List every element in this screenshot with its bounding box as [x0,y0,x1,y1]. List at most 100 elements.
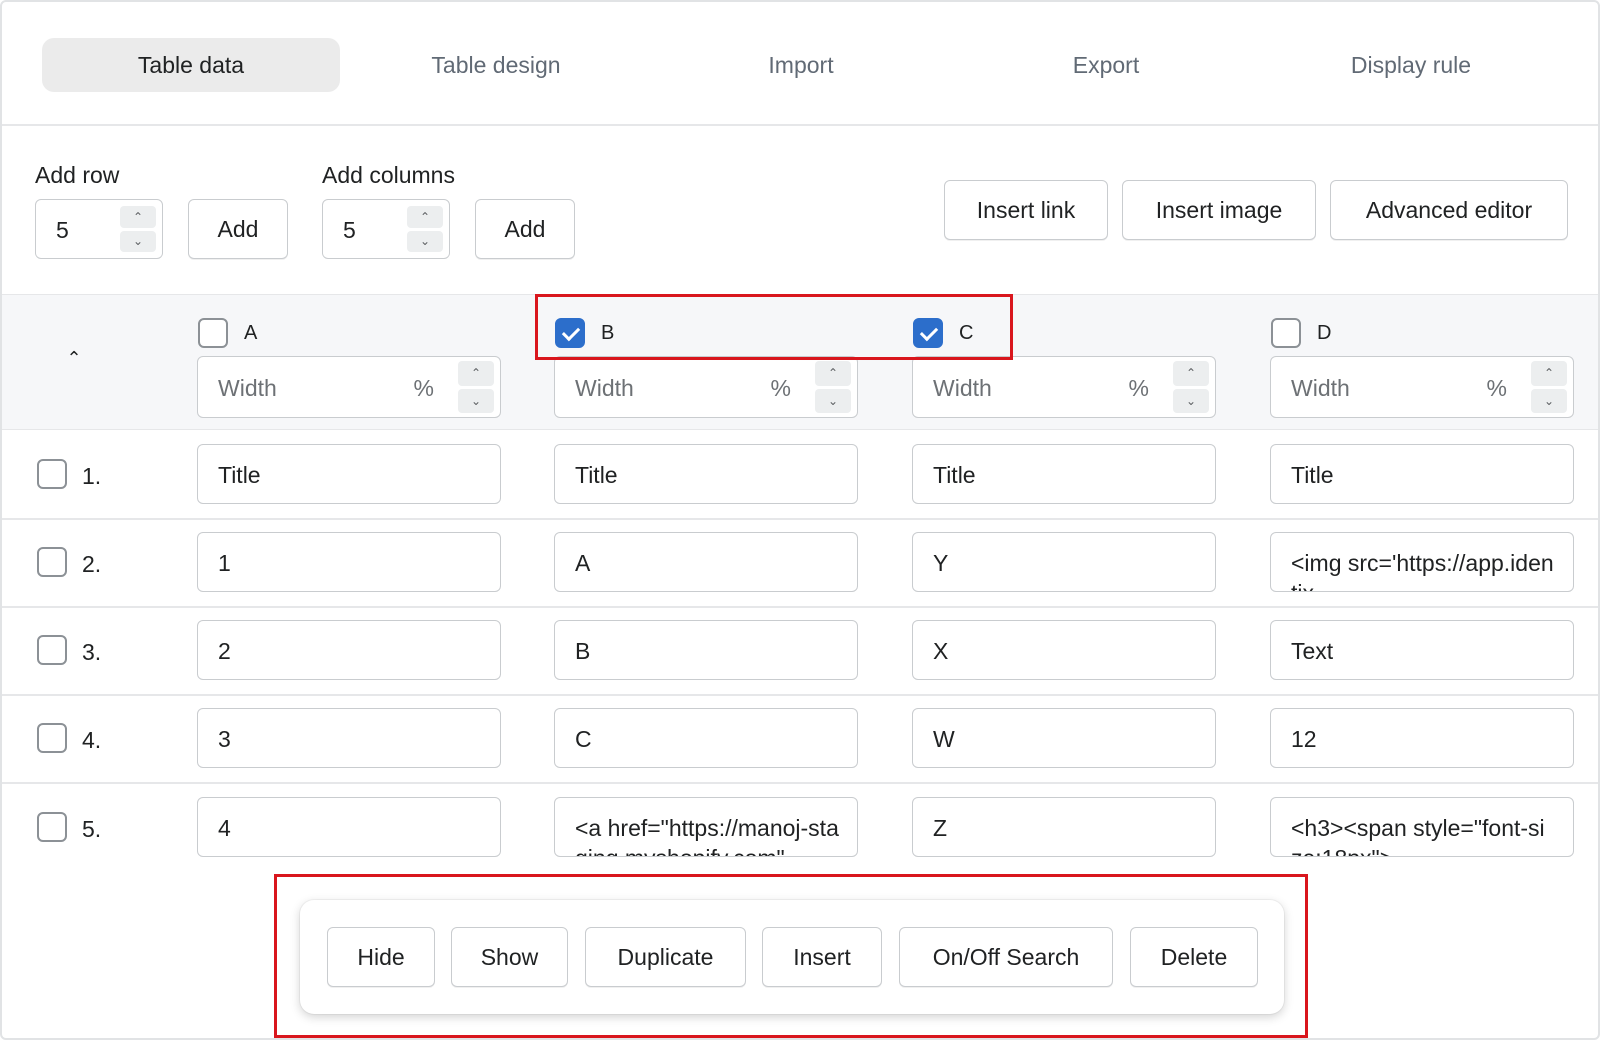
column-d-checkbox[interactable] [1271,318,1301,348]
table-cell[interactable]: Z [912,797,1216,857]
table-cell[interactable]: 4 [197,797,501,857]
table-cell[interactable]: <h3><span style="font-size:18px"> [1270,797,1574,857]
column-a-width-input[interactable]: Width % ⌃ ⌄ [197,356,501,418]
row-number: 2. [82,551,102,577]
row-divider [2,518,1598,520]
add-columns-input[interactable]: 5 ⌃ ⌄ [322,199,450,259]
tab-export[interactable]: Export [957,38,1255,92]
insert-button[interactable]: Insert [762,927,882,987]
tab-display-rule[interactable]: Display rule [1262,38,1560,92]
duplicate-button[interactable]: Duplicate [585,927,746,987]
column-d-width-input[interactable]: Width % ⌃ ⌄ [1270,356,1574,418]
increment-icon[interactable]: ⌃ [120,206,156,228]
increment-icon[interactable]: ⌃ [815,361,851,386]
cell-text: A [575,550,591,576]
increment-icon[interactable]: ⌃ [1173,361,1209,386]
show-button[interactable]: Show [451,927,568,987]
cell-text: Title [218,462,261,488]
add-row-button[interactable]: Add [188,199,288,259]
width-placeholder: Width [575,375,634,401]
cell-text: Text [1291,638,1334,664]
column-b-width-input[interactable]: Width % ⌃ ⌄ [554,356,858,418]
delete-button[interactable]: Delete [1130,927,1258,987]
table-cell[interactable]: 3 [197,708,501,768]
table-cell[interactable]: Title [912,444,1216,504]
column-a-label: A [244,322,258,344]
row-number: 4. [82,727,102,753]
percent-unit: % [413,375,434,401]
table-cell[interactable]: C [554,708,858,768]
column-c-checkbox[interactable] [913,318,943,348]
table-cell[interactable]: X [912,620,1216,680]
add-columns-stepper: ⌃ ⌄ [407,206,443,252]
table-cell[interactable]: 12 [1270,708,1574,768]
cell-text: W [933,726,955,752]
width-stepper: ⌃ ⌄ [458,361,494,413]
chevron-up-icon[interactable]: ⌃ [62,346,86,370]
tab-import[interactable]: Import [652,38,950,92]
decrement-icon[interactable]: ⌄ [1531,388,1567,413]
insert-image-button[interactable]: Insert image [1122,180,1316,240]
row-3-checkbox[interactable] [37,635,67,665]
tab-table-data[interactable]: Table data [42,38,340,92]
table-cell[interactable]: <a href="https://manoj-staging.myshopify… [554,797,858,857]
table-editor-frame: Table data Table design Import Export Di… [0,0,1600,1040]
decrement-icon[interactable]: ⌄ [1173,388,1209,413]
cell-text: <h3><span style="font-size:18px"> [1291,815,1545,856]
advanced-editor-button[interactable]: Advanced editor [1330,180,1568,240]
table-cell[interactable]: W [912,708,1216,768]
increment-icon[interactable]: ⌃ [407,206,443,228]
table-cell[interactable]: Title [197,444,501,504]
column-d-label: D [1317,322,1332,344]
cell-text: Title [1291,462,1334,488]
decrement-icon[interactable]: ⌄ [120,230,156,252]
column-a-checkbox[interactable] [198,318,228,348]
hide-button[interactable]: Hide [327,927,435,987]
table-cell[interactable]: Y [912,532,1216,592]
add-columns-label: Add columns [322,162,455,188]
row-1-checkbox[interactable] [37,459,67,489]
width-placeholder: Width [1291,375,1350,401]
row-divider [2,694,1598,696]
table-cell[interactable]: A [554,532,858,592]
add-row-value: 5 [56,217,69,243]
cell-text: Y [933,550,949,576]
width-stepper: ⌃ ⌄ [1173,361,1209,413]
row-number: 5. [82,816,102,842]
column-c-width-input[interactable]: Width % ⌃ ⌄ [912,356,1216,418]
insert-link-button[interactable]: Insert link [944,180,1108,240]
table-cell[interactable]: <img src='https://app.identix [1270,532,1574,592]
increment-icon[interactable]: ⌃ [458,361,494,386]
table-cell[interactable]: Text [1270,620,1574,680]
cell-text: 12 [1291,726,1317,752]
tab-bar: Table data Table design Import Export Di… [2,2,1598,126]
row-2-checkbox[interactable] [37,547,67,577]
toggle-search-button[interactable]: On/Off Search [899,927,1113,987]
width-stepper: ⌃ ⌄ [1531,361,1567,413]
add-columns-value: 5 [343,217,356,243]
width-placeholder: Width [933,375,992,401]
decrement-icon[interactable]: ⌄ [815,388,851,413]
add-columns-button[interactable]: Add [475,199,575,259]
row-number: 3. [82,639,102,665]
row-divider [2,606,1598,608]
increment-icon[interactable]: ⌃ [1531,361,1567,386]
tab-table-design[interactable]: Table design [347,38,645,92]
column-b-checkbox[interactable] [555,318,585,348]
table-cell[interactable]: Title [554,444,858,504]
decrement-icon[interactable]: ⌄ [407,230,443,252]
cell-text: C [575,726,592,752]
table-cell[interactable]: 1 [197,532,501,592]
cell-text: Z [933,815,948,841]
cell-text: 2 [218,638,231,664]
row-divider [2,782,1598,784]
add-row-stepper: ⌃ ⌄ [120,206,156,252]
table-cell[interactable]: B [554,620,858,680]
table-cell[interactable]: 2 [197,620,501,680]
decrement-icon[interactable]: ⌄ [458,388,494,413]
add-row-input[interactable]: 5 ⌃ ⌄ [35,199,163,259]
table-cell[interactable]: Title [1270,444,1574,504]
width-stepper: ⌃ ⌄ [815,361,851,413]
row-5-checkbox[interactable] [37,812,67,842]
row-4-checkbox[interactable] [37,723,67,753]
